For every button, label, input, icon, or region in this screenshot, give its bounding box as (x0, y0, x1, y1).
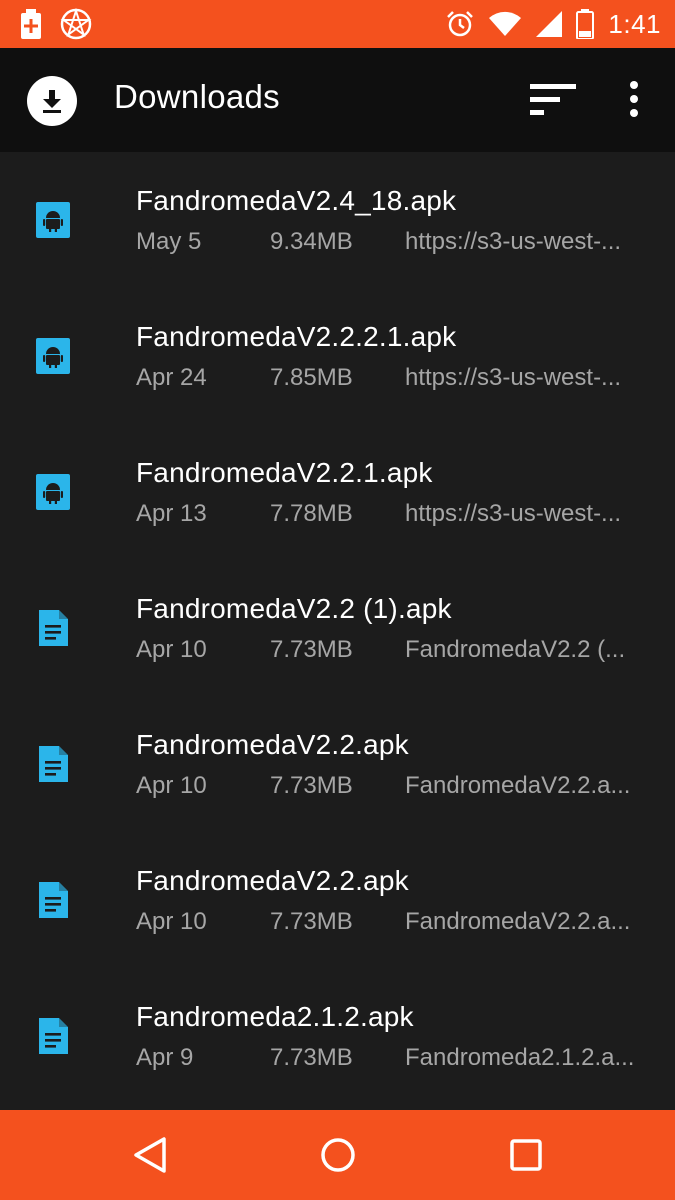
document-icon (39, 746, 68, 782)
android-icon (36, 338, 70, 374)
app-bar: Downloads (0, 48, 675, 152)
medical-kit-icon (21, 9, 41, 39)
file-source: https://s3-us-west-... (405, 228, 622, 255)
file-source: FandromedaV2.2.a... (405, 772, 631, 799)
list-item[interactable]: FandromedaV2.4_18.apk May 5 9.34MB https… (0, 152, 675, 288)
list-item[interactable]: FandromedaV2.2.1.apk Apr 13 7.78MB https… (0, 424, 675, 560)
more-vert-icon (630, 81, 638, 117)
status-time: 1:41 (608, 8, 661, 39)
file-date: Apr 10 (136, 908, 207, 935)
file-name: FandromedaV2.2.apk (136, 865, 409, 896)
list-item[interactable]: FandromedaV2.2.apk Apr 10 7.73MB Fandrom… (0, 832, 675, 968)
file-source: Fandromeda2.1.2.a... (405, 1044, 635, 1071)
file-source: https://s3-us-west-... (405, 364, 622, 391)
list-item[interactable]: FandromedaV2.2 (1).apk Apr 10 7.73MB Fan… (0, 560, 675, 696)
file-name: FandromedaV2.2.apk (136, 729, 409, 760)
signal-icon (536, 11, 563, 37)
file-name: FandromedaV2.4_18.apk (136, 185, 457, 216)
file-name: Fandromeda2.1.2.apk (136, 1001, 414, 1032)
android-icon (36, 474, 70, 510)
page-title: Downloads (114, 78, 280, 115)
pentagram-icon (60, 8, 92, 40)
file-size: 7.73MB (270, 1044, 353, 1071)
battery-icon (576, 9, 595, 39)
file-date: Apr 9 (136, 1044, 194, 1071)
file-date: Apr 13 (136, 500, 207, 527)
file-name: FandromedaV2.2.2.1.apk (136, 321, 457, 352)
file-date: Apr 10 (136, 636, 207, 663)
file-source: FandromedaV2.2 (... (405, 636, 626, 663)
file-date: Apr 10 (136, 772, 207, 799)
file-size: 7.78MB (270, 500, 353, 527)
more-options-button[interactable] (618, 76, 650, 122)
list-item[interactable]: FandromedaV2.2.apk Apr 10 7.73MB Fandrom… (0, 696, 675, 832)
file-size: 9.34MB (270, 228, 353, 255)
list-item[interactable]: Fandromeda2.1.2.apk Apr 9 7.73MB Fandrom… (0, 968, 675, 1104)
file-size: 7.73MB (270, 908, 353, 935)
android-icon (36, 202, 70, 238)
document-icon (39, 882, 68, 918)
back-button[interactable] (130, 1135, 170, 1175)
document-icon (39, 610, 68, 646)
recents-button[interactable] (506, 1135, 546, 1175)
file-name: FandromedaV2.2.1.apk (136, 457, 433, 488)
list-item[interactable]: FandromedaV2.2.2.1.apk Apr 24 7.85MB htt… (0, 288, 675, 424)
file-source: FandromedaV2.2.a... (405, 908, 631, 935)
home-icon (321, 1138, 355, 1172)
wifi-icon (489, 11, 522, 36)
navigation-bar (0, 1110, 675, 1200)
file-name: FandromedaV2.2 (1).apk (136, 593, 452, 624)
download-icon (27, 76, 77, 126)
file-size: 7.73MB (270, 772, 353, 799)
back-icon (134, 1137, 166, 1173)
file-size: 7.73MB (270, 636, 353, 663)
home-button[interactable] (318, 1135, 358, 1175)
status-bar: 1:41 (0, 0, 675, 48)
recents-icon (510, 1139, 542, 1171)
sort-button[interactable] (528, 82, 580, 118)
file-source: https://s3-us-west-... (405, 500, 622, 527)
file-date: May 5 (136, 228, 202, 255)
alarm-icon (447, 11, 474, 37)
file-date: Apr 24 (136, 364, 207, 391)
sort-icon (530, 84, 576, 115)
document-icon (39, 1018, 68, 1054)
downloads-list: FandromedaV2.4_18.apk May 5 9.34MB https… (0, 152, 675, 1104)
file-size: 7.85MB (270, 364, 353, 391)
